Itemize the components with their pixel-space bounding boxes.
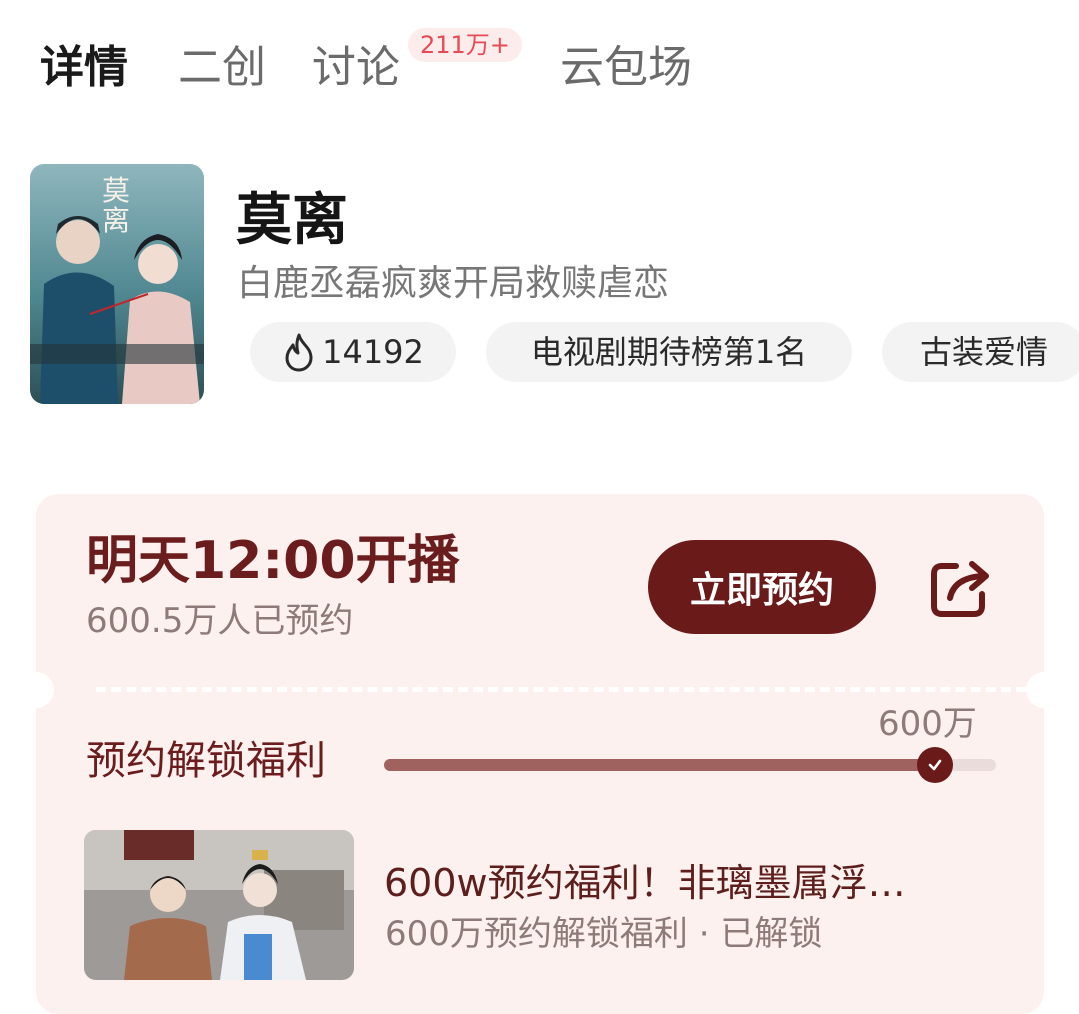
benefit-subtitle: 600万预约解锁福利 · 已解锁 (385, 914, 823, 954)
milestone-check-icon (916, 747, 953, 783)
genre-chip[interactable]: 古装爱情 (882, 322, 1079, 382)
tab-creations[interactable]: 二创 (178, 38, 266, 98)
poster-title-text: 莫离 (102, 174, 131, 237)
share-icon[interactable] (928, 556, 992, 620)
show-title: 莫离 (236, 188, 348, 253)
show-subtitle: 白鹿丞磊疯爽开局救赎虐恋 (237, 263, 670, 304)
tab-cloud-screening[interactable]: 云包场 (560, 38, 692, 98)
reserve-now-button[interactable]: 立即预约 (648, 540, 876, 634)
progress-track (384, 747, 996, 783)
heat-chip[interactable]: 14192 (250, 322, 456, 382)
reserved-count: 600.5万人已预约 (86, 601, 354, 641)
tab-details[interactable]: 详情 (40, 38, 128, 98)
tab-discussion[interactable]: 讨论 (312, 38, 400, 98)
progress-fill (384, 759, 935, 771)
airtime-text: 明天12:00开播 (86, 531, 460, 591)
benefit-thumbnail[interactable] (84, 830, 354, 980)
discussion-count-badge: 211万+ (408, 28, 522, 62)
flame-icon (285, 333, 313, 372)
ranking-chip[interactable]: 电视剧期待榜第1名 (486, 322, 852, 382)
show-poster[interactable]: 莫离 (30, 164, 204, 404)
benefit-title[interactable]: 600w预约福利！非璃墨属浮… (384, 858, 906, 908)
unlock-benefits-label: 预约解锁福利 (86, 738, 326, 784)
milestone-label: 600万 (878, 704, 977, 744)
card-notch-left (18, 672, 54, 708)
card-notch-right (1026, 672, 1062, 708)
heat-value: 14192 (322, 333, 424, 371)
card-divider (96, 687, 1026, 692)
